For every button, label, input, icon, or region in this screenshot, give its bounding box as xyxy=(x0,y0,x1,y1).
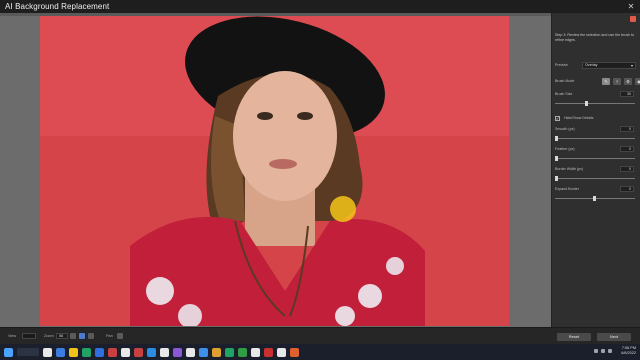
hide-show-checkbox[interactable]: ✓ xyxy=(555,116,560,121)
preview-dropdown[interactable]: Overlay ▾ xyxy=(582,62,636,69)
feather-knob[interactable] xyxy=(555,156,558,161)
window-title: AI Background Replacement xyxy=(5,2,110,11)
hide-show-label: Hide/Show Details xyxy=(564,116,594,120)
panel-close-icon[interactable] xyxy=(630,16,636,22)
title-bar: AI Background Replacement ✕ xyxy=(0,0,640,13)
taskbar-app-icon[interactable] xyxy=(134,347,143,357)
taskbar-app-icon[interactable] xyxy=(108,347,117,357)
smooth-slider[interactable] xyxy=(555,136,635,141)
pan-label: Pan xyxy=(106,334,113,338)
taskbar-app-icon[interactable] xyxy=(56,347,65,357)
taskbar-app-icon[interactable] xyxy=(160,347,169,357)
taskbar-app-icon[interactable] xyxy=(82,347,91,357)
taskbar-app-icon[interactable] xyxy=(147,347,156,357)
volume-icon[interactable] xyxy=(608,349,612,353)
clock[interactable]: 7:56 PM 6/6/2022 xyxy=(621,346,636,356)
taskbar-app-icon[interactable] xyxy=(238,347,247,357)
brush-size-input[interactable]: 30 xyxy=(620,91,634,97)
wifi-icon[interactable] xyxy=(601,349,605,353)
taskbar-app-icon[interactable] xyxy=(43,347,52,357)
taskbar-app-icon[interactable] xyxy=(290,347,299,357)
next-button[interactable]: Next xyxy=(597,333,631,341)
zoom-label: Zoom xyxy=(44,334,54,338)
preview-label: Preview xyxy=(555,63,568,67)
settings-panel: Step 3: Review the selection and use the… xyxy=(551,13,640,327)
portrait-image xyxy=(40,16,509,326)
brush-mode-group: ✎ ? ⚙ ◉ xyxy=(602,78,640,85)
brush-keep-icon[interactable]: ✎ xyxy=(602,78,610,85)
taskbar-app-icon[interactable] xyxy=(251,347,260,357)
zoom-out-icon[interactable] xyxy=(70,333,76,339)
brush-size-knob[interactable] xyxy=(585,101,588,106)
view-label: View xyxy=(8,334,17,338)
start-icon[interactable] xyxy=(4,347,13,357)
feather-input[interactable]: 0 xyxy=(620,146,634,152)
border-width-input[interactable]: 0 xyxy=(620,166,634,172)
taskbar-app-icon[interactable] xyxy=(277,347,286,357)
taskbar-app-icon[interactable] xyxy=(95,347,104,357)
expand-border-input[interactable]: 0 xyxy=(620,186,634,192)
taskbar-app-icon[interactable] xyxy=(173,347,182,357)
taskbar-app-icon[interactable] xyxy=(69,347,78,357)
border-width-slider[interactable] xyxy=(555,176,635,181)
taskbar-apps xyxy=(39,347,299,357)
taskbar-app-icon[interactable] xyxy=(186,347,195,357)
preview-value: Overlay xyxy=(585,63,598,67)
zoom-input[interactable]: 56 xyxy=(56,333,68,339)
feather-slider[interactable] xyxy=(555,156,635,161)
hand-icon[interactable] xyxy=(117,333,123,339)
brush-size-slider[interactable] xyxy=(555,101,635,106)
smooth-knob[interactable] xyxy=(555,136,558,141)
expand-border-slider[interactable] xyxy=(555,196,635,201)
feather-label: Feather (px) xyxy=(555,147,575,151)
photo-canvas[interactable] xyxy=(40,16,509,326)
smooth-label: Smooth (px) xyxy=(555,127,575,131)
taskbar-app-icon[interactable] xyxy=(199,347,208,357)
actual-size-icon[interactable] xyxy=(88,333,94,339)
fit-icon[interactable] xyxy=(79,333,85,339)
brush-mode-label: Brush Mode xyxy=(555,79,575,83)
taskbar-app-icon[interactable] xyxy=(264,347,273,357)
brush-remove-icon[interactable]: ? xyxy=(613,78,621,85)
bottom-toolbar: View Zoom 56 Pan Reset Next xyxy=(0,327,640,344)
taskbar-app-icon[interactable] xyxy=(121,347,130,357)
system-tray xyxy=(594,349,612,353)
brush-size-label: Brush Size xyxy=(555,92,573,96)
clock-date: 6/6/2022 xyxy=(621,351,636,355)
brush-erase-icon[interactable]: ◉ xyxy=(635,78,640,85)
taskbar-app-icon[interactable] xyxy=(225,347,234,357)
chevron-down-icon: ▾ xyxy=(630,63,633,68)
border-width-label: Border Width (px) xyxy=(555,167,584,171)
canvas-area[interactable] xyxy=(0,13,551,327)
smooth-input[interactable]: 0 xyxy=(620,126,634,132)
taskbar: 7:56 PM 6/6/2022 xyxy=(0,344,640,360)
close-icon[interactable]: ✕ xyxy=(626,2,636,11)
view-dropdown[interactable] xyxy=(22,333,36,339)
step-instructions: Step 3: Review the selection and use the… xyxy=(555,33,635,42)
border-width-knob[interactable] xyxy=(555,176,558,181)
search-icon[interactable] xyxy=(17,348,39,356)
taskbar-app-icon[interactable] xyxy=(212,347,221,357)
brush-restore-icon[interactable]: ⚙ xyxy=(624,78,632,85)
expand-border-label: Expand Border xyxy=(555,187,579,191)
reset-button[interactable]: Reset xyxy=(557,333,591,341)
chevron-up-icon[interactable] xyxy=(594,349,598,353)
expand-border-knob[interactable] xyxy=(593,196,596,201)
